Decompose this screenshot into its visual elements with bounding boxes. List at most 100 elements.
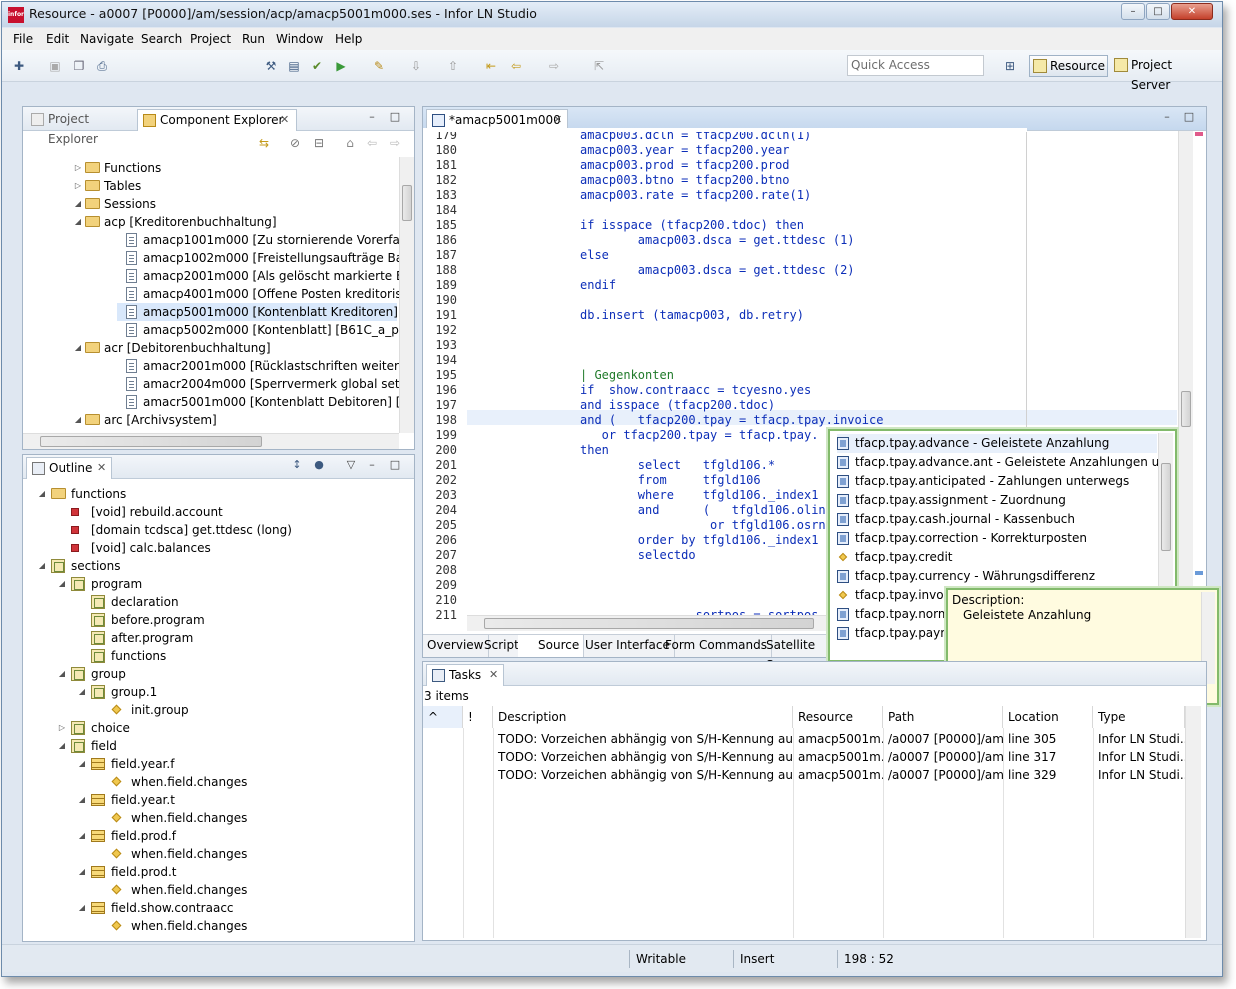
menu-help[interactable]: Help	[335, 32, 362, 46]
table-row[interactable]: TODO: Vorzeichen abhängig von S/H-Kennun…	[423, 748, 1185, 766]
menu-project[interactable]: Project	[190, 32, 231, 46]
tree-item[interactable]: ◢ arc [Archivsystem]	[23, 411, 399, 429]
expand-arrow-icon[interactable]: ◢	[77, 683, 87, 701]
column-header[interactable]: Path	[883, 706, 1003, 728]
close-outline-icon[interactable]: ✕	[97, 458, 106, 478]
code-line[interactable]: or tfgld106.osrn	[580, 518, 826, 533]
expand-arrow-icon[interactable]: ◢	[73, 195, 83, 213]
expand-arrow-icon[interactable]: ◢	[37, 485, 47, 503]
expand-arrow-icon[interactable]: ◢	[73, 411, 83, 429]
tab-overview[interactable]: Overview	[423, 635, 489, 657]
code-line[interactable]: select tfgld106.*	[580, 458, 775, 473]
code-line[interactable]: and ( tfacp200.tpay = tfacp.tpay.invoice	[580, 413, 883, 428]
outline-item[interactable]: after.program	[23, 629, 413, 647]
filter-icon[interactable]: ⊘	[288, 136, 302, 150]
outline-item[interactable]: ◢ field.show.contraacc	[23, 899, 413, 917]
view-menu-icon[interactable]: ▽	[345, 459, 357, 471]
tree-item[interactable]: amacp5001m000 [Kontenblatt Kreditoren] […	[117, 303, 399, 321]
expand-arrow-icon[interactable]: ▷	[57, 719, 67, 737]
column-header[interactable]: Description	[493, 706, 793, 728]
close-tab-icon[interactable]: ✕	[280, 110, 289, 130]
expand-arrow-icon[interactable]: ◢	[57, 665, 67, 683]
scroll-thumb[interactable]	[402, 185, 412, 221]
outline-item[interactable]: functions	[23, 647, 413, 665]
menu-navigate[interactable]: Navigate	[80, 32, 134, 46]
new-icon[interactable]: ✚	[12, 59, 26, 73]
run-icon[interactable]: ▶	[334, 59, 348, 73]
sort-icon[interactable]: ↕	[291, 459, 303, 471]
column-header[interactable]: !	[463, 706, 493, 728]
editor-scroll-thumb[interactable]	[1181, 391, 1191, 427]
code-line[interactable]: selectdo	[580, 548, 696, 563]
table-row[interactable]: TODO: Vorzeichen abhängig von S/H-Kennun…	[423, 730, 1185, 748]
build-icon[interactable]: ⚒	[264, 59, 278, 73]
outline-item[interactable]: ◢ field	[23, 737, 413, 755]
tree-item[interactable]: ▷ Tables	[23, 177, 399, 195]
expand-arrow-icon[interactable]: ◢	[77, 827, 87, 845]
tab-satellite-sessions[interactable]: Satellite Ses	[762, 635, 827, 672]
expand-arrow-icon[interactable]: ◢	[77, 755, 87, 773]
code-line[interactable]: order by tfgld106._index1	[580, 533, 819, 548]
nav-forward-icon[interactable]: ⇨	[388, 136, 402, 150]
code-line[interactable]: amacp003.prod = tfacp200.prod	[580, 158, 790, 173]
tree-item[interactable]: ◢ acr [Debitorenbuchhaltung]	[23, 339, 399, 357]
open-perspective-icon[interactable]: ⊞	[1003, 59, 1017, 73]
collapse-icon[interactable]: ⊟	[312, 136, 326, 150]
outline-item[interactable]: init.group	[23, 701, 413, 719]
maximize-button[interactable]: □	[1146, 3, 1170, 20]
nav-back-icon[interactable]: ⇦	[365, 136, 379, 150]
maximize-outline-icon[interactable]: □	[389, 459, 401, 471]
code-line[interactable]: and isspace (tfacp200.tdoc)	[580, 398, 775, 413]
menu-edit[interactable]: Edit	[46, 32, 69, 46]
code-line[interactable]: or tfacp200.tpay = tfacp.tpay.	[580, 428, 819, 443]
tree-item[interactable]: ◢ acp [Kreditorenbuchhaltung]	[23, 213, 399, 231]
perspective-resource[interactable]: Resource	[1029, 55, 1108, 77]
outline-item[interactable]: ◢ field.prod.f	[23, 827, 413, 845]
hide-fields-icon[interactable]: ●	[313, 459, 325, 471]
code-line[interactable]: db.insert (tamacp003, db.retry)	[580, 308, 804, 323]
close-button[interactable]: ✕	[1171, 3, 1213, 20]
expand-arrow-icon[interactable]: ◢	[73, 339, 83, 357]
outline-item[interactable]: ▷ choice	[23, 719, 413, 737]
code-line[interactable]: amacp003.year = tfacp200.year	[580, 143, 790, 158]
tree-item[interactable]: amacr5001m000 [Kontenblatt Debitoren] [B…	[23, 393, 399, 411]
table-row[interactable]: TODO: Vorzeichen abhängig von S/H-Kennun…	[423, 766, 1185, 784]
menu-file[interactable]: File	[13, 32, 33, 46]
close-tasks-icon[interactable]: ✕	[489, 665, 498, 685]
print-icon[interactable]: ⎙	[95, 59, 109, 73]
outline-item[interactable]: [domain tcdsca] get.ttdesc (long)	[23, 521, 413, 539]
column-header[interactable]: Resource	[793, 706, 883, 728]
outline-item[interactable]: [void] rebuild.account	[23, 503, 413, 521]
tab-component-explorer[interactable]: Component Explorer ✕	[137, 109, 297, 131]
tasks-vscroll[interactable]	[1185, 706, 1201, 938]
tab-outline[interactable]: Outline ✕	[26, 457, 112, 479]
quick-access-input[interactable]: Quick Access	[847, 55, 984, 76]
tab-source[interactable]: Source	[518, 635, 585, 657]
checkin-icon[interactable]: ✔	[310, 59, 324, 73]
maximize-view-icon[interactable]: □	[389, 111, 401, 123]
tree-item[interactable]: amacp5002m000 [Kontenblatt] [B61C_a_prd]	[23, 321, 399, 339]
tab-tasks[interactable]: Tasks ✕	[426, 664, 504, 686]
close-editor-tab-icon[interactable]: ✕	[553, 110, 562, 130]
save-icon[interactable]: ▣	[48, 59, 62, 73]
menu-window[interactable]: Window	[276, 32, 323, 46]
back-icon[interactable]: ⇦	[509, 59, 523, 73]
tab-project-explorer[interactable]: Project Explorer	[26, 109, 136, 146]
code-line[interactable]: amacp003.btno = tfacp200.btno	[580, 173, 790, 188]
minimize-button[interactable]: –	[1121, 3, 1145, 20]
completion-item[interactable]: tfacp.tpay.anticipated - Zahlungen unter…	[837, 472, 1157, 491]
outline-item[interactable]: when.field.changes	[23, 917, 413, 935]
menu-search[interactable]: Search	[141, 32, 182, 46]
completion-item[interactable]: tfacp.tpay.advance - Geleistete Anzahlun…	[837, 434, 1157, 453]
explorer-vscroll[interactable]	[399, 157, 414, 433]
code-line[interactable]: endif	[580, 278, 616, 293]
code-line[interactable]: | Gegenkonten	[580, 368, 674, 383]
expand-arrow-icon[interactable]: ◢	[57, 737, 67, 755]
completion-scroll-thumb[interactable]	[1161, 463, 1171, 551]
outline-item[interactable]: when.field.changes	[23, 881, 413, 899]
code-line[interactable]: amacp003.dsca = get.ttdesc (1)	[580, 233, 855, 248]
completion-item[interactable]: tfacp.tpay.currency - Währungsdifferenz	[837, 567, 1157, 586]
prev-annotation-icon[interactable]: ⇧	[446, 59, 460, 73]
tree-item[interactable]: ▷ Functions	[23, 159, 399, 177]
minimize-view-icon[interactable]: –	[366, 111, 378, 123]
